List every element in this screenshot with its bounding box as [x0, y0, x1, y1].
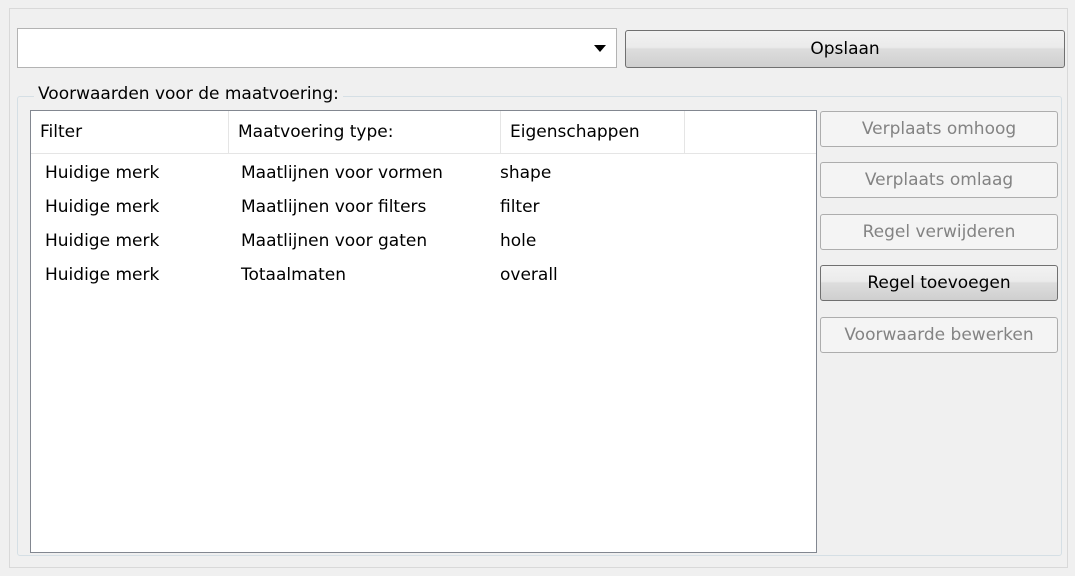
chevron-down-icon[interactable] — [594, 45, 606, 52]
conditions-table[interactable]: Filter Maatvoering type: Eigenschappen H… — [30, 110, 817, 553]
cell-properties: hole — [500, 231, 537, 251]
cell-filter: Huidige merk — [45, 231, 160, 251]
column-header-empty[interactable] — [685, 111, 816, 153]
add-rule-button[interactable]: Regel toevoegen — [820, 265, 1058, 301]
cell-dimension-type: Totaalmaten — [241, 265, 346, 285]
table-header: Filter Maatvoering type: Eigenschappen — [31, 111, 816, 154]
move-up-button[interactable]: Verplaats omhoog — [820, 111, 1058, 147]
cell-dimension-type: Maatlijnen voor filters — [241, 197, 427, 217]
edit-condition-button[interactable]: Voorwaarde bewerken — [820, 317, 1058, 353]
save-button[interactable]: Opslaan — [625, 30, 1065, 68]
cell-properties: shape — [500, 163, 552, 183]
cell-properties: overall — [500, 265, 558, 285]
cell-filter: Huidige merk — [45, 197, 160, 217]
cell-filter: Huidige merk — [45, 265, 160, 285]
conditions-group-label: Voorwaarden voor de maatvoering: — [34, 84, 343, 104]
column-header-dimension-type[interactable]: Maatvoering type: — [229, 111, 501, 153]
cell-properties: filter — [500, 197, 540, 217]
column-header-properties[interactable]: Eigenschappen — [501, 111, 685, 153]
table-row[interactable]: Huidige merk Maatlijnen voor filters fil… — [31, 190, 816, 224]
cell-dimension-type: Maatlijnen voor vormen — [241, 163, 443, 183]
column-header-filter[interactable]: Filter — [31, 111, 229, 153]
rule-set-dropdown[interactable] — [17, 28, 617, 68]
cell-filter: Huidige merk — [45, 163, 160, 183]
delete-rule-button[interactable]: Regel verwijderen — [820, 214, 1058, 250]
table-row[interactable]: Huidige merk Maatlijnen voor vormen shap… — [31, 156, 816, 190]
cell-dimension-type: Maatlijnen voor gaten — [241, 231, 428, 251]
table-row[interactable]: Huidige merk Maatlijnen voor gaten hole — [31, 224, 816, 258]
move-down-button[interactable]: Verplaats omlaag — [820, 162, 1058, 198]
table-row[interactable]: Huidige merk Totaalmaten overall — [31, 258, 816, 292]
